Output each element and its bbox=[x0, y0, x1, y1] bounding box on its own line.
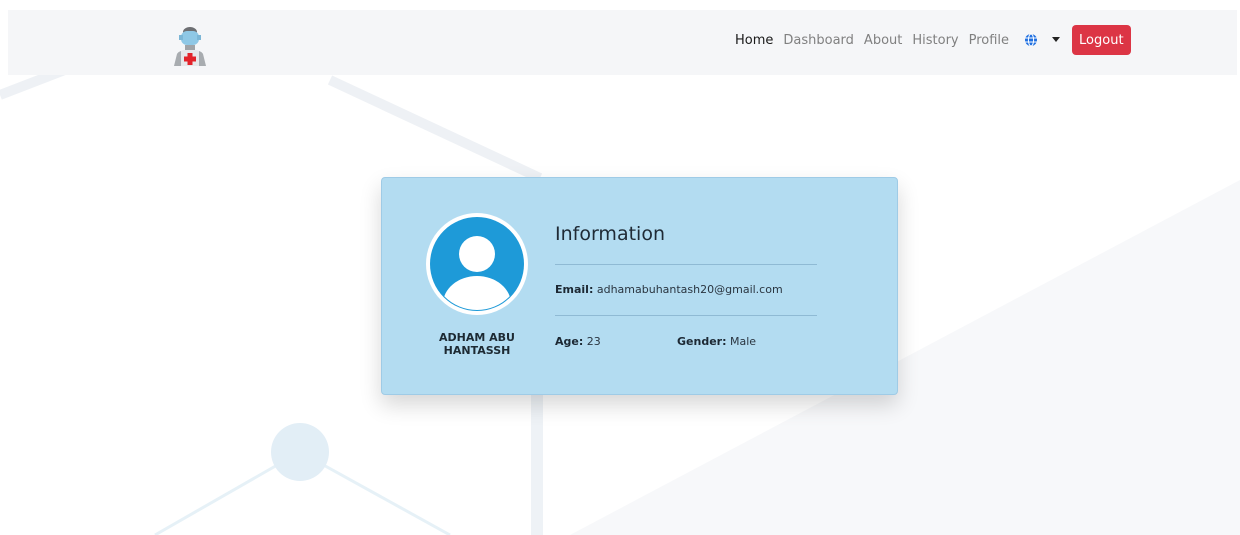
gender-value: Male bbox=[729, 335, 757, 348]
nav-history-link[interactable]: History bbox=[907, 33, 963, 48]
nav-home-link[interactable]: Home bbox=[730, 33, 778, 48]
divider bbox=[555, 264, 817, 265]
gender-label: Gender: bbox=[677, 335, 727, 348]
age-row: Age: 23 bbox=[555, 335, 601, 348]
nav-dashboard-link[interactable]: Dashboard bbox=[778, 33, 859, 48]
email-label: Email: bbox=[555, 283, 594, 296]
navbar: Home Dashboard About History Profile Log… bbox=[8, 10, 1237, 75]
information-heading: Information bbox=[555, 223, 665, 245]
doctor-logo-icon[interactable] bbox=[168, 22, 216, 70]
age-label: Age: bbox=[555, 335, 584, 348]
nav-profile-link[interactable]: Profile bbox=[964, 33, 1014, 48]
caret-down-icon[interactable] bbox=[1052, 37, 1061, 43]
divider bbox=[555, 315, 817, 316]
user-avatar-icon bbox=[426, 213, 528, 315]
gender-row: Gender: Male bbox=[677, 335, 756, 348]
email-value: adhamabuhantash20@gmail.com bbox=[596, 283, 783, 296]
user-name: ADHAM ABU HANTASSH bbox=[439, 331, 515, 357]
logout-button[interactable]: Logout bbox=[1072, 25, 1131, 55]
globe-icon[interactable] bbox=[1024, 33, 1038, 47]
email-row: Email: adhamabuhantash20@gmail.com bbox=[555, 283, 783, 296]
nav-about-link[interactable]: About bbox=[859, 33, 907, 48]
age-value: 23 bbox=[586, 335, 601, 348]
nav-links: Home Dashboard About History Profile Log… bbox=[730, 10, 1131, 70]
profile-card: ADHAM ABU HANTASSH Information Email: ad… bbox=[381, 177, 898, 395]
